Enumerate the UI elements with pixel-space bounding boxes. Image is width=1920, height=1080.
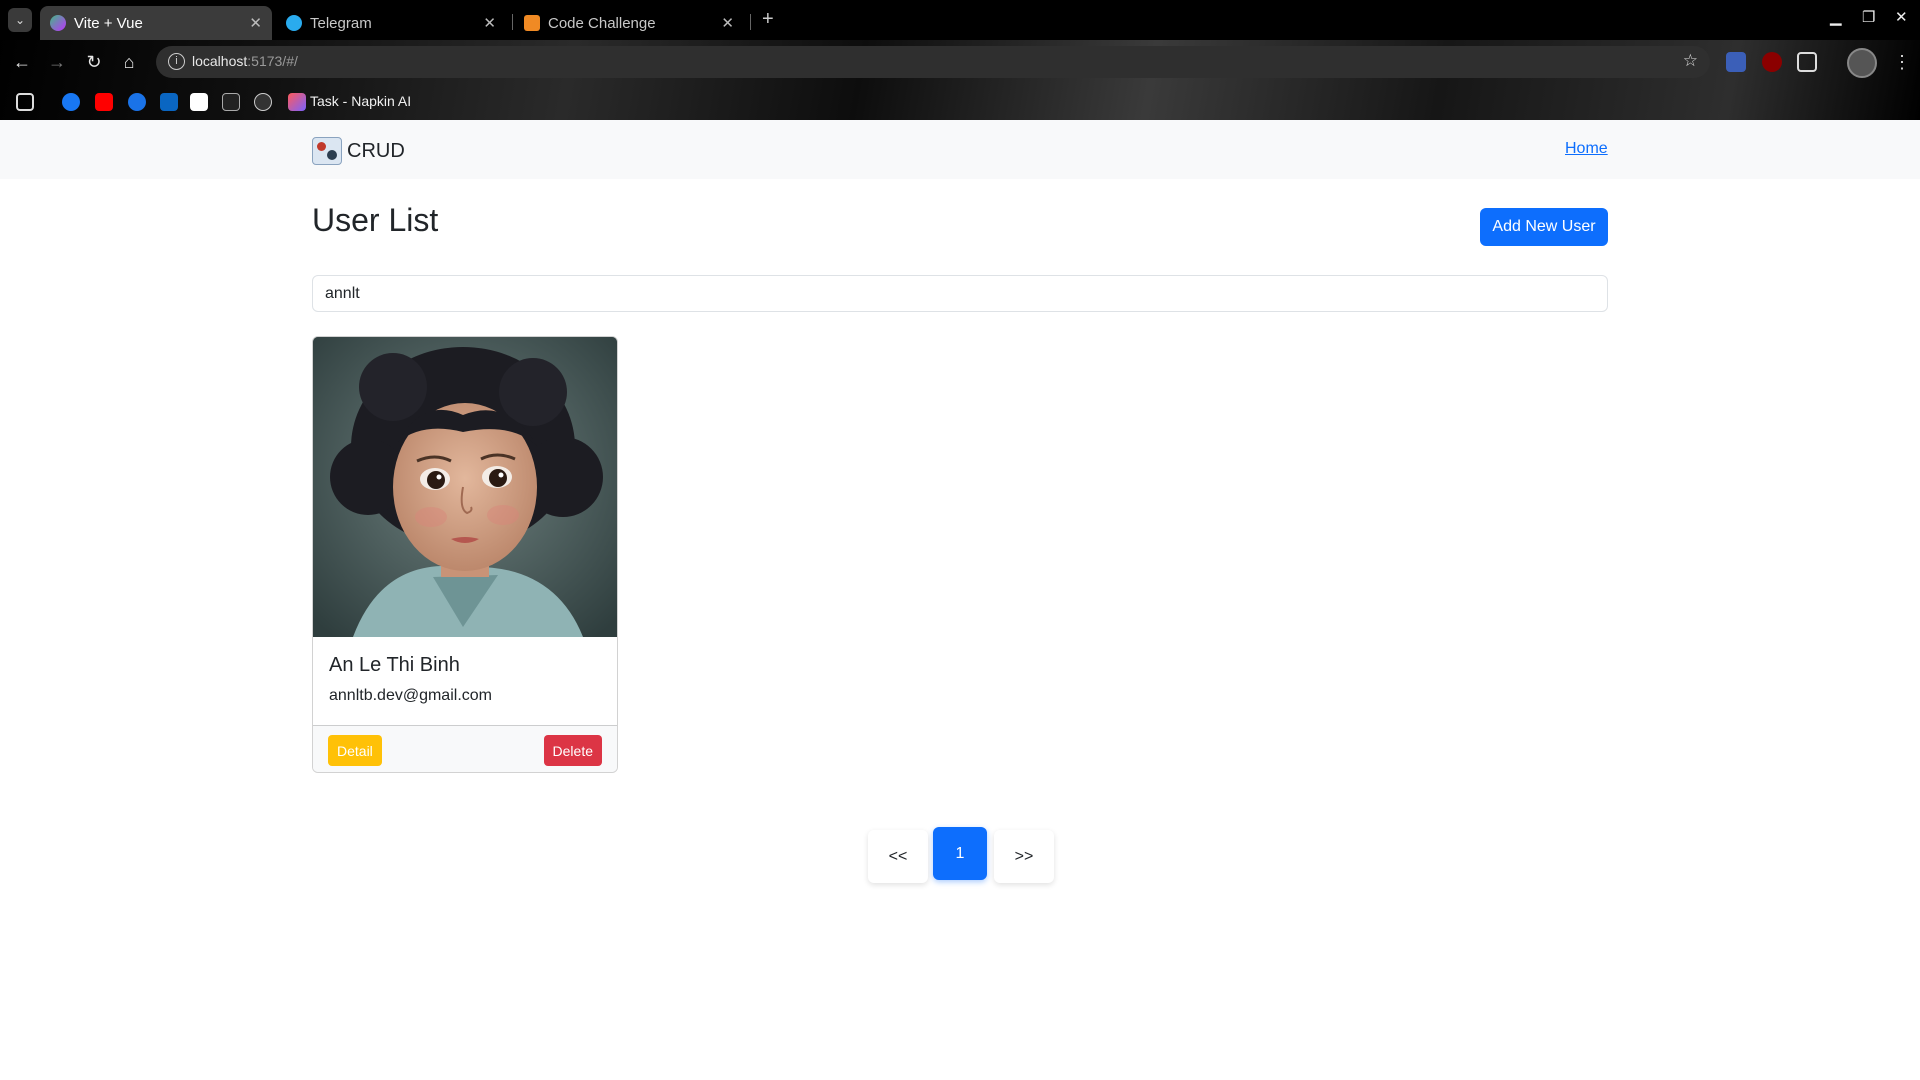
brand-text: CRUD	[347, 139, 405, 162]
tab-title: Code Challenge	[548, 14, 656, 32]
tab-search-button[interactable]: ⌄	[8, 8, 32, 32]
home-icon[interactable]: ⌂	[117, 50, 141, 74]
user-photo	[313, 337, 617, 637]
user-card: An Le Thi Binh annltb.dev@gmail.com Deta…	[312, 336, 618, 773]
pagination-prev-button[interactable]: <<	[868, 830, 928, 883]
d-bookmark-icon[interactable]	[160, 93, 178, 111]
user-name: An Le Thi Binh	[329, 654, 460, 676]
brand[interactable]: CRUD	[312, 137, 405, 165]
bookmark-star-icon[interactable]: ☆	[1683, 51, 1698, 71]
nav-home-link[interactable]: Home	[1565, 140, 1608, 158]
bookmark-napkin-ai[interactable]: Task - Napkin AI	[310, 93, 411, 109]
restore-icon[interactable]: ❐	[1862, 8, 1875, 26]
facebook-icon[interactable]	[62, 93, 80, 111]
youtube-icon[interactable]	[95, 93, 113, 111]
detail-button[interactable]: Detail	[328, 735, 382, 766]
bookmarks-bar: Task - Napkin AI	[0, 84, 1920, 120]
search-input[interactable]	[312, 275, 1608, 312]
add-new-user-button[interactable]: Add New User	[1480, 208, 1608, 246]
minimize-icon[interactable]: ▁	[1830, 8, 1842, 26]
tab-title: Telegram	[310, 14, 372, 32]
tab-vite-vue[interactable]: Vite + Vue ✕	[40, 6, 272, 40]
pagination-next-button[interactable]: >>	[994, 830, 1054, 883]
window-close-icon[interactable]: ✕	[1895, 8, 1908, 26]
profile-avatar[interactable]	[1847, 48, 1877, 78]
close-icon[interactable]: ✕	[483, 14, 496, 32]
new-tab-button[interactable]: +	[762, 8, 774, 31]
delete-button[interactable]: Delete	[543, 735, 602, 766]
browser-toolbar: ← → ↻ ⌂ i localhost:5173/#/ ☆	[0, 40, 1920, 84]
forward-icon[interactable]: →	[45, 50, 69, 74]
tab-telegram[interactable]: Telegram ✕	[276, 6, 506, 40]
close-icon[interactable]: ✕	[249, 14, 262, 32]
telegram-icon	[286, 15, 302, 31]
tab-separator	[512, 14, 513, 30]
url-text: localhost:5173/#/	[192, 53, 298, 69]
tab-title: Vite + Vue	[74, 14, 143, 32]
vite-icon	[50, 15, 66, 31]
site-info-icon[interactable]: i	[168, 53, 185, 70]
tab-code-challenge[interactable]: Code Challenge ✕	[514, 6, 744, 40]
app-navbar: CRUD Home	[0, 120, 1920, 179]
close-icon[interactable]: ✕	[721, 14, 734, 32]
extensions-puzzle-icon[interactable]	[1797, 52, 1817, 72]
tab-separator	[750, 14, 751, 30]
ublock-extension-icon[interactable]	[1762, 52, 1782, 72]
card-footer: Detail Delete	[313, 725, 617, 772]
pagination-page-1[interactable]: 1	[933, 827, 987, 880]
bookmark-icon[interactable]	[222, 93, 240, 111]
back-icon[interactable]: ←	[10, 50, 34, 74]
browser-menu-icon[interactable]: ⋮	[1893, 52, 1911, 73]
page: CRUD Home User List Add New User annlt A…	[0, 120, 1920, 1080]
messenger-icon[interactable]	[128, 93, 146, 111]
napkin-icon	[288, 93, 306, 111]
notion-icon[interactable]	[190, 93, 208, 111]
page-title: User List	[312, 202, 439, 238]
user-email: annltb.dev@gmail.com	[329, 687, 492, 704]
translate-extension-icon[interactable]	[1726, 52, 1746, 72]
child-portrait-image	[313, 337, 617, 637]
address-bar[interactable]: i localhost:5173/#/ ☆	[156, 46, 1710, 78]
reload-icon[interactable]: ↻	[82, 50, 106, 74]
apps-grid-icon[interactable]	[16, 93, 34, 111]
tab-strip: ⌄ Vite + Vue ✕ Telegram ✕ Code Challenge…	[0, 0, 1920, 40]
crud-logo-icon	[312, 137, 342, 165]
openai-icon[interactable]	[254, 93, 272, 111]
browser-chrome: ⌄ Vite + Vue ✕ Telegram ✕ Code Challenge…	[0, 0, 1920, 120]
rocket-icon	[524, 15, 540, 31]
